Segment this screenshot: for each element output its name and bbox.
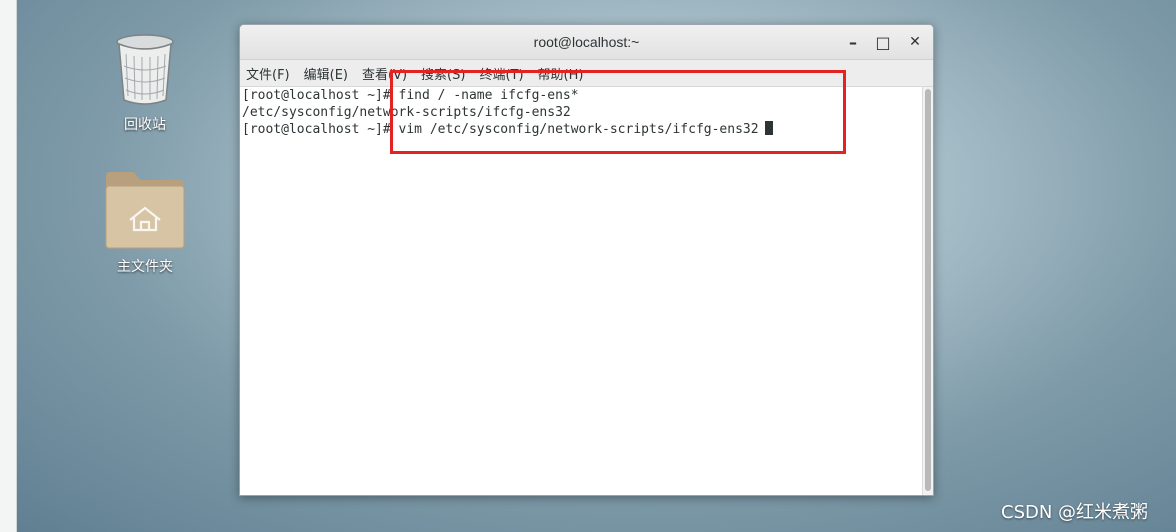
minimize-button[interactable]: – bbox=[842, 31, 864, 53]
menu-file[interactable]: 文件(F) bbox=[246, 64, 290, 83]
maximize-icon: □ bbox=[875, 32, 891, 52]
desktop-icon-home-folder[interactable]: 主文件夹 bbox=[95, 170, 195, 276]
menu-edit[interactable]: 编辑(E) bbox=[304, 64, 348, 83]
annotation-highlight-box bbox=[390, 70, 846, 154]
home-folder-icon bbox=[105, 172, 185, 249]
desktop-icon-trash[interactable]: 回收站 bbox=[95, 32, 195, 134]
window-title: root@localhost:~ bbox=[533, 34, 640, 50]
close-icon: ✕ bbox=[909, 34, 921, 50]
minimize-icon: – bbox=[849, 32, 857, 52]
terminal-scrollbar[interactable] bbox=[922, 87, 933, 495]
left-panel bbox=[0, 0, 17, 532]
scrollbar-thumb[interactable] bbox=[925, 89, 931, 491]
close-button[interactable]: ✕ bbox=[904, 31, 926, 53]
desktop-icon-label: 主文件夹 bbox=[117, 259, 173, 275]
window-titlebar[interactable]: root@localhost:~ – □ ✕ bbox=[240, 25, 933, 60]
maximize-button[interactable]: □ bbox=[872, 31, 894, 53]
trash-icon bbox=[116, 34, 174, 105]
watermark-text: CSDN @红米煮粥 bbox=[1001, 502, 1149, 523]
desktop-icon-label: 回收站 bbox=[124, 117, 166, 133]
